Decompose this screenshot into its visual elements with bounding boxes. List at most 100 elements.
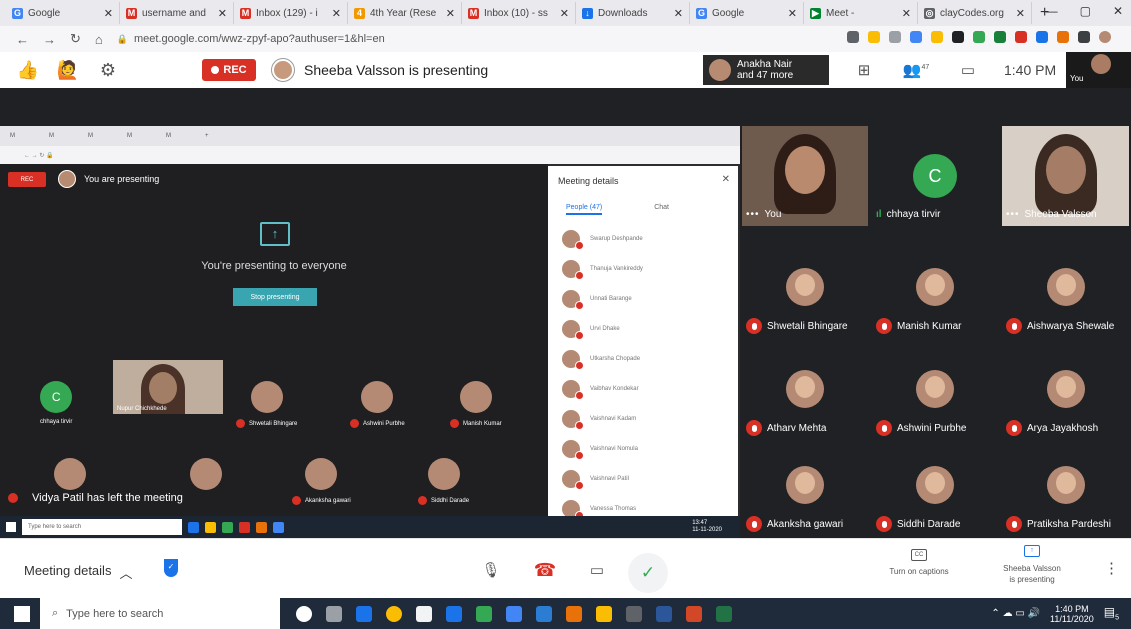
puzzle-icon[interactable] xyxy=(1078,31,1090,43)
check-icon[interactable]: ✓ xyxy=(628,553,668,593)
list-item[interactable]: Vaibhav Kondekar xyxy=(562,374,732,404)
chat-icon[interactable]: ▭ xyxy=(942,61,994,79)
maximize-button[interactable]: ▢ xyxy=(1080,4,1091,18)
tab-close-icon[interactable]: ✕ xyxy=(674,7,683,20)
extension-icon[interactable] xyxy=(952,31,964,43)
minimize-button[interactable]: — xyxy=(1046,4,1058,18)
list-item[interactable]: Unnati Barange xyxy=(562,284,732,314)
participant-tile-sheeba[interactable]: ••• Sheeba Valsson xyxy=(1000,126,1131,226)
extension-icon[interactable] xyxy=(1057,31,1069,43)
mail-icon[interactable] xyxy=(446,605,462,622)
extension-icon[interactable] xyxy=(1036,31,1048,43)
tab-close-icon[interactable]: ✕ xyxy=(560,7,569,20)
extension-icon[interactable] xyxy=(910,31,922,43)
participant-tile[interactable]: Aishwarya Shewale xyxy=(1000,250,1131,340)
tab-close-icon[interactable]: ✕ xyxy=(218,7,227,20)
layout-icon[interactable]: ⊞ xyxy=(838,61,890,79)
settings-gear-icon[interactable]: ⚙ xyxy=(96,58,120,82)
participants-preview[interactable]: Anakha Nair and 47 more xyxy=(703,55,829,85)
tab-close-icon[interactable]: ✕ xyxy=(788,7,797,20)
spotify-icon[interactable] xyxy=(476,605,492,622)
list-item[interactable]: Vaishnavi Patil xyxy=(562,464,732,494)
browser-tab[interactable]: ▶ Meet - ✕ xyxy=(804,2,918,24)
emoji-icon[interactable]: 🙋 xyxy=(56,58,80,82)
tab-close-icon[interactable]: ✕ xyxy=(1016,7,1025,20)
taskbar-search[interactable]: ⌕ Type here to search xyxy=(40,598,280,629)
stop-presenting-button[interactable]: Stop presenting xyxy=(233,288,317,306)
browser-tab[interactable]: G Google ✕ xyxy=(6,2,120,24)
taskbar-clock[interactable]: 1:40 PM 11/11/2020 xyxy=(1050,604,1094,624)
participant-tile[interactable]: Atharv Mehta xyxy=(740,352,870,442)
browser-tab[interactable]: Musername and ✕ xyxy=(120,2,234,24)
task-view-icon[interactable] xyxy=(326,605,342,622)
notification-icon[interactable]: ▤5 xyxy=(1104,605,1119,621)
raise-hand-icon[interactable]: 👍 xyxy=(16,58,40,82)
explorer-icon[interactable] xyxy=(596,605,612,622)
tray-icons[interactable]: ⌃ ☁ ▭ 🔊 xyxy=(991,608,1040,619)
participant-tile[interactable]: Manish Kumar xyxy=(870,250,1000,340)
tab-close-icon[interactable]: ✕ xyxy=(332,7,341,20)
list-item[interactable]: Vanessa Thomas xyxy=(562,494,732,516)
home-icon[interactable]: ⌂ xyxy=(95,32,103,47)
captions-button[interactable]: CC Turn on captions xyxy=(874,549,964,576)
browser-tab[interactable]: 4 4th Year (Rese ✕ xyxy=(348,2,462,24)
participant-tile[interactable]: Ashwini Purbhe xyxy=(870,352,1000,442)
calculator-icon[interactable] xyxy=(626,605,642,622)
tab-close-icon[interactable]: ✕ xyxy=(902,7,911,20)
star-icon[interactable] xyxy=(868,31,880,43)
chrome-icon[interactable] xyxy=(386,605,402,622)
cortana-icon[interactable] xyxy=(296,605,312,622)
people-icon[interactable]: 👥47 xyxy=(890,61,942,79)
camera-icon[interactable]: ▭ xyxy=(582,555,612,585)
forward-button[interactable]: → xyxy=(43,32,56,47)
list-item[interactable]: Vaishnavi Kadam xyxy=(562,404,732,434)
browser-tab[interactable]: G Google ✕ xyxy=(690,2,804,24)
extension-icon[interactable] xyxy=(889,31,901,43)
list-item[interactable]: Urvi Dhake xyxy=(562,314,732,344)
extension-icon[interactable] xyxy=(994,31,1006,43)
close-icon[interactable]: ✕ xyxy=(722,174,730,185)
windows-start-icon[interactable] xyxy=(14,605,30,622)
cast-icon[interactable] xyxy=(847,31,859,43)
browser-tab[interactable]: M Inbox (10) - ss ✕ xyxy=(462,2,576,24)
hang-up-icon[interactable]: ☎ xyxy=(530,555,560,585)
extension-icon[interactable] xyxy=(1015,31,1027,43)
tab-close-icon[interactable]: ✕ xyxy=(104,7,113,20)
reload-button[interactable]: ↻ xyxy=(70,31,81,47)
list-item[interactable]: Thanuja Vankireddy xyxy=(562,254,732,284)
url-field[interactable]: meet.google.com/wwz-zpyf-apo?authuser=1&… xyxy=(134,33,385,45)
excel-icon[interactable] xyxy=(716,605,732,622)
participant-tile[interactable]: Shwetali Bhingare xyxy=(740,250,870,340)
list-item[interactable]: Utkarsha Chopade xyxy=(562,344,732,374)
microphone-icon[interactable]: 🎙 xyxy=(476,555,506,585)
app-icon[interactable] xyxy=(536,605,552,622)
shield-icon[interactable]: ✓ xyxy=(164,559,178,577)
tab-close-icon[interactable]: ✕ xyxy=(446,7,455,20)
extension-icon[interactable] xyxy=(931,31,943,43)
participant-tile-chhaya[interactable]: C ıl chhaya tirvir xyxy=(870,126,1000,226)
participant-tile-you[interactable]: ••• You xyxy=(740,126,870,226)
back-button[interactable]: ← xyxy=(16,32,29,47)
more-options-icon[interactable]: ⋮ xyxy=(1104,559,1119,577)
participant-tile[interactable]: Akanksha gawari xyxy=(740,448,870,538)
close-window-button[interactable]: ✕ xyxy=(1113,4,1123,18)
browser-tab[interactable]: M Inbox (129) - i ✕ xyxy=(234,2,348,24)
list-item[interactable]: Vaishnavi Nomula xyxy=(562,434,732,464)
tab-chat[interactable]: Chat xyxy=(654,204,669,215)
participant-tile[interactable]: Pratiksha Pardeshi xyxy=(1000,448,1131,538)
tab-people[interactable]: People (47) xyxy=(566,204,603,215)
edge-icon[interactable] xyxy=(356,605,372,622)
presenting-button[interactable]: ↑ Sheeba Valsson is presenting xyxy=(990,545,1074,585)
check-icon[interactable] xyxy=(973,31,985,43)
powerpoint-icon[interactable] xyxy=(686,605,702,622)
list-item[interactable]: Swarup Deshpande xyxy=(562,224,732,254)
app-icon[interactable] xyxy=(566,605,582,622)
store-icon[interactable] xyxy=(416,605,432,622)
meeting-details-toggle[interactable]: Meeting details ︿ xyxy=(24,563,132,582)
browser-tab[interactable]: ↓ Downloads ✕ xyxy=(576,2,690,24)
participant-tile[interactable]: Arya Jayakhosh xyxy=(1000,352,1131,442)
word-icon[interactable] xyxy=(656,605,672,622)
browser-tab[interactable]: ◎ clayCodes.org ✕ xyxy=(918,2,1032,24)
participant-tile[interactable]: Siddhi Darade xyxy=(870,448,1000,538)
profile-avatar[interactable] xyxy=(1099,31,1111,43)
